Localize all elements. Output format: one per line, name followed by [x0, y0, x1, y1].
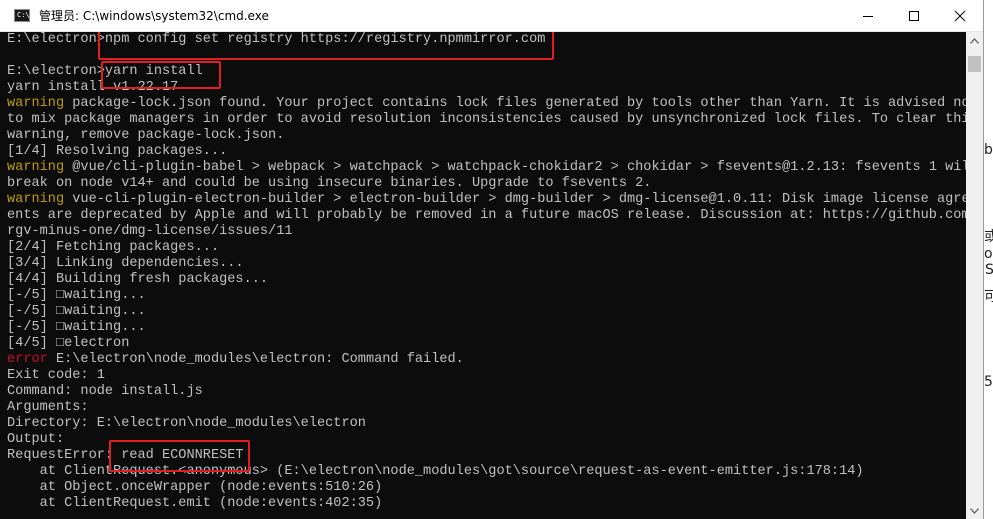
- background-text: 可: [984, 289, 993, 305]
- console-line: error E:\electron\node_modules\electron:…: [7, 352, 966, 368]
- console-text: at Object.onceWrapper (node:events:510:2…: [7, 480, 383, 495]
- background-text: 或: [984, 229, 993, 245]
- console-line: Arguments:: [7, 400, 966, 416]
- scroll-down-button[interactable]: [966, 502, 983, 519]
- console-text: @vue/cli-plugin-babel > webpack > watchp…: [64, 160, 966, 175]
- console-text: at ClientRequest.<anonymous> (E:\electro…: [7, 464, 864, 479]
- title-bar[interactable]: C:\ 管理员: C:\windows\system32\cmd.exe: [0, 0, 983, 32]
- error-label: error: [7, 352, 48, 367]
- console-line: [-/5] □waiting...: [7, 288, 966, 304]
- chevron-up-icon: [970, 37, 979, 44]
- console-text: [4/5] □electron: [7, 336, 130, 351]
- cmd-icon[interactable]: C:\: [14, 9, 30, 22]
- console-line: to mix package managers in order to avoi…: [7, 112, 966, 128]
- console-text: Command: node install.js: [7, 384, 203, 399]
- maximize-button[interactable]: [891, 0, 937, 31]
- console-line: [-/5] □waiting...: [7, 320, 966, 336]
- console-line: [4/4] Building fresh packages...: [7, 272, 966, 288]
- console-line: [4/5] □electron: [7, 336, 966, 352]
- console-line: [3/4] Linking dependencies...: [7, 256, 966, 272]
- console-line: [1/4] Resolving packages...: [7, 144, 966, 160]
- cmd-icon-label: C:\: [17, 11, 30, 19]
- console-text: Arguments:: [7, 400, 89, 415]
- chevron-down-icon: [970, 507, 979, 514]
- console-line: warning package-lock.json found. Your pr…: [7, 96, 966, 112]
- scroll-thumb[interactable]: [968, 56, 981, 72]
- console-text: E:\electron\node_modules\electron: Comma…: [47, 352, 464, 367]
- console-line: yarn install v1.22.17: [7, 80, 966, 96]
- console-text: [-/5] □waiting...: [7, 304, 146, 319]
- vertical-scrollbar[interactable]: [966, 32, 983, 519]
- console-text: [4/4] Building fresh packages...: [7, 272, 269, 287]
- console-line: [-/5] □waiting...: [7, 304, 966, 320]
- console-text: E:\electron>npm config set registry http…: [7, 32, 546, 47]
- console-line: at ClientRequest.emit (node:events:402:3…: [7, 496, 966, 512]
- warning-label: warning: [7, 160, 65, 175]
- console-line: Directory: E:\electron\node_modules\elec…: [7, 416, 966, 432]
- console-line: break on node v14+ and could be using in…: [7, 176, 966, 192]
- console-text: RequestError: read ECONNRESET: [7, 448, 244, 463]
- console-line: warning, remove package-lock.json.: [7, 128, 966, 144]
- background-text: 56: [984, 374, 993, 390]
- console-line: at ClientRequest.<anonymous> (E:\electro…: [7, 464, 966, 480]
- console-text: [1/4] Resolving packages...: [7, 144, 228, 159]
- background-text: bl: [984, 142, 993, 158]
- console-text: vue-cli-plugin-electron-builder > electr…: [64, 192, 966, 207]
- console-line: Exit code: 1: [7, 368, 966, 384]
- console-text: yarn install v1.22.17: [7, 80, 179, 95]
- maximize-icon: [909, 10, 919, 21]
- console-line: ents are deprecated by Apple and will pr…: [7, 208, 966, 224]
- background-text: S: [985, 262, 993, 278]
- console-text: at ClientRequest.emit (node:events:402:3…: [7, 496, 383, 511]
- console-text: rgv-minus-one/dmg-license/issues/11: [7, 224, 293, 239]
- console-line: [2/4] Fetching packages...: [7, 240, 966, 256]
- console-text: to mix package managers in order to avoi…: [7, 112, 966, 127]
- console-text: Exit code: 1: [7, 368, 105, 383]
- console-line: RequestError: read ECONNRESET: [7, 448, 966, 464]
- console-line: warning @vue/cli-plugin-babel > webpack …: [7, 160, 966, 176]
- console-line: rgv-minus-one/dmg-license/issues/11: [7, 224, 966, 240]
- warning-label: warning: [7, 96, 65, 111]
- warning-label: warning: [7, 192, 65, 207]
- background-text: or: [984, 246, 993, 262]
- console-line: E:\electron>npm config set registry http…: [7, 32, 966, 48]
- console-text: [-/5] □waiting...: [7, 288, 146, 303]
- console-text: [3/4] Linking dependencies...: [7, 256, 244, 271]
- console-text: package-lock.json found. Your project co…: [64, 96, 966, 111]
- console-text: [-/5] □waiting...: [7, 320, 146, 335]
- console-text: Directory: E:\electron\node_modules\elec…: [7, 416, 366, 431]
- console-line: warning vue-cli-plugin-electron-builder …: [7, 192, 966, 208]
- console-text: warning, remove package-lock.json.: [7, 128, 285, 143]
- console-text: Output:: [7, 432, 65, 447]
- console-line: E:\electron>yarn install: [7, 64, 966, 80]
- minimize-button[interactable]: [845, 0, 891, 31]
- cmd-window: C:\ 管理员: C:\windows\system32\cmd.exe E:\…: [0, 0, 983, 519]
- console-lines: E:\electron>npm config set registry http…: [7, 32, 966, 512]
- console-output[interactable]: E:\electron>npm config set registry http…: [0, 32, 966, 519]
- window-title: 管理员: C:\windows\system32\cmd.exe: [39, 9, 269, 23]
- console-text: ents are deprecated by Apple and will pr…: [7, 208, 966, 223]
- minimize-icon: [863, 15, 873, 17]
- console-line: Command: node install.js: [7, 384, 966, 400]
- console-line: at Object.onceWrapper (node:events:510:2…: [7, 480, 966, 496]
- close-icon: [954, 10, 966, 21]
- console-text: [2/4] Fetching packages...: [7, 240, 220, 255]
- console-text: E:\electron>yarn install: [7, 64, 203, 79]
- console-text: break on node v14+ and could be using in…: [7, 176, 652, 191]
- scroll-up-button[interactable]: [966, 32, 983, 49]
- console-line: Output:: [7, 432, 966, 448]
- close-button[interactable]: [937, 0, 983, 31]
